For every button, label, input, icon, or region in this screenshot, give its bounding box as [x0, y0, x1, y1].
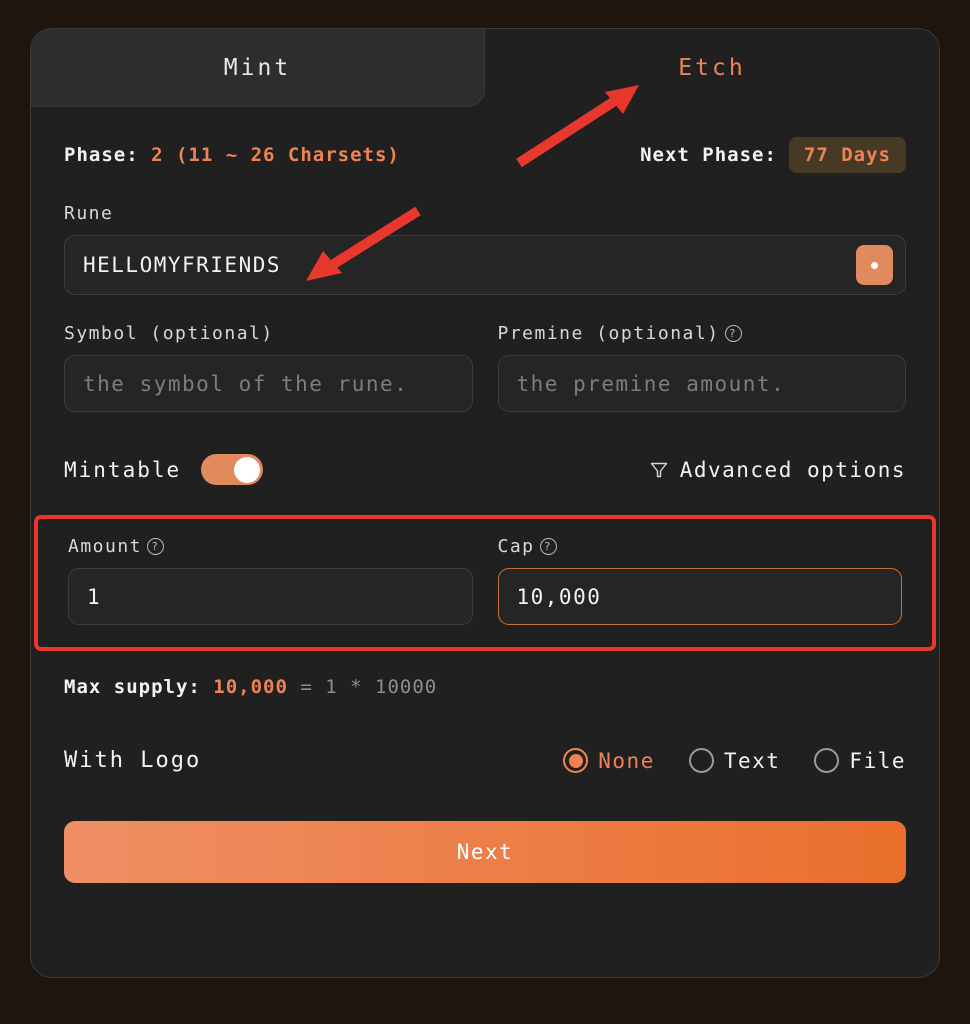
- tab-etch-label: Etch: [678, 55, 746, 81]
- highlight-box-amount-cap: Amount ? Cap ?: [34, 515, 936, 651]
- cap-field: Cap ?: [497, 536, 903, 625]
- phase-info: Phase: 2 (11 ~ 26 Charsets): [64, 144, 400, 166]
- next-phase-badge: 77 Days: [788, 137, 906, 173]
- amount-label-text: Amount: [68, 536, 143, 557]
- symbol-label: Symbol (optional): [64, 323, 473, 344]
- radio-text-ring: [688, 748, 714, 773]
- radio-file-ring: [814, 748, 840, 773]
- phase-label: Phase:: [64, 144, 139, 166]
- radio-none-label: None: [598, 748, 655, 773]
- radio-none[interactable]: None: [563, 748, 655, 773]
- mintable-toggle[interactable]: [201, 454, 264, 485]
- with-logo-label: With Logo: [64, 748, 202, 773]
- funnel-filter-icon: [650, 462, 667, 477]
- mintable-group: Mintable: [64, 454, 264, 485]
- max-supply-formula: = 1 * 10000: [300, 676, 438, 698]
- rune-field-wrap: [64, 235, 906, 295]
- symbol-premine-row: Symbol (optional) Premine (optional) ?: [64, 323, 906, 412]
- radio-file-label: File: [849, 748, 906, 773]
- rune-label: Rune: [64, 203, 906, 224]
- premine-label-text: Premine (optional): [497, 323, 720, 344]
- radio-none-ring: [563, 748, 589, 773]
- symbol-input[interactable]: [64, 355, 473, 412]
- etch-form: Phase: 2 (11 ~ 26 Charsets) Next Phase: …: [31, 107, 939, 977]
- question-circle-icon[interactable]: ?: [539, 538, 557, 555]
- next-button[interactable]: Next: [64, 821, 906, 883]
- symbol-field: Symbol (optional): [64, 323, 473, 412]
- premine-label: Premine (optional) ?: [498, 323, 907, 344]
- radio-text[interactable]: Text: [688, 748, 781, 773]
- advanced-options-button[interactable]: Advanced options: [649, 458, 906, 482]
- premine-field: Premine (optional) ?: [497, 323, 907, 412]
- cap-label-text: Cap: [497, 536, 535, 557]
- cap-label: Cap ?: [498, 536, 903, 557]
- dot-icon: [871, 261, 878, 269]
- next-phase-label: Next Phase:: [640, 144, 777, 166]
- advanced-options-label: Advanced options: [679, 457, 906, 482]
- tab-bar: Mint Etch: [31, 29, 939, 107]
- mintable-label: Mintable: [64, 457, 182, 482]
- tab-etch[interactable]: Etch: [485, 29, 939, 107]
- radio-text-label: Text: [723, 748, 781, 773]
- rune-spacer-button[interactable]: [856, 245, 893, 285]
- symbol-label-text: Symbol (optional): [64, 323, 274, 344]
- amount-label: Amount ?: [68, 536, 473, 557]
- phase-row: Phase: 2 (11 ~ 26 Charsets) Next Phase: …: [64, 137, 906, 173]
- max-supply-label: Max supply:: [64, 676, 201, 698]
- question-circle-icon[interactable]: ?: [147, 538, 165, 555]
- with-logo-row: With Logo None Text File: [64, 748, 906, 773]
- rune-label-text: Rune: [64, 203, 114, 224]
- with-logo-options: None Text File: [563, 748, 906, 773]
- tab-mint-label: Mint: [223, 54, 292, 81]
- phase-value: 2 (11 ~ 26 Charsets): [151, 144, 400, 166]
- amount-cap-row: Amount ? Cap ?: [68, 536, 902, 625]
- mintable-row: Mintable Advanced options: [64, 454, 906, 485]
- radio-file[interactable]: File: [814, 748, 906, 773]
- toggle-knob: [234, 456, 261, 483]
- amount-input[interactable]: [68, 568, 473, 625]
- premine-input[interactable]: [497, 355, 906, 412]
- tab-mint[interactable]: Mint: [31, 29, 485, 107]
- question-circle-icon[interactable]: ?: [724, 325, 742, 342]
- max-supply-text: Max supply: 10,000 = 1 * 10000: [64, 676, 906, 698]
- rune-input[interactable]: [64, 235, 906, 295]
- max-supply-value: 10,000: [213, 676, 288, 698]
- cap-input[interactable]: [497, 568, 902, 625]
- next-phase-group: Next Phase: 77 Days: [640, 137, 906, 173]
- amount-field: Amount ?: [68, 536, 473, 625]
- etch-rune-card: Mint Etch Phase: 2 (11 ~ 26 Charsets) Ne…: [30, 28, 940, 978]
